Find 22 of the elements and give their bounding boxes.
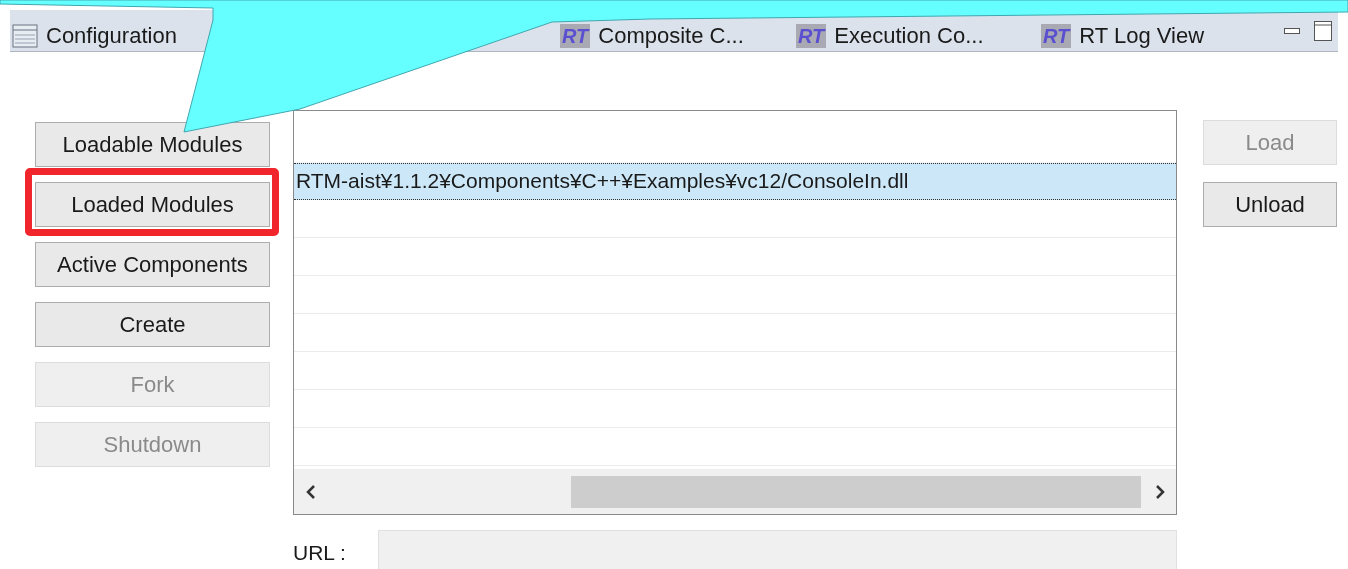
view-tab[interactable]: RT Composite C...: [560, 21, 790, 50]
module-action-button[interactable]: Create: [35, 302, 270, 347]
module-action-button[interactable]: Loaded Modules: [35, 182, 270, 227]
module-row[interactable]: RTM-aist¥1.1.2¥Components¥C++¥Examples¥vc12/ConsoleIn.dll: [294, 163, 1176, 200]
view-tab[interactable]: RT RT Log View: [1035, 21, 1280, 50]
scroll-left-icon[interactable]: [306, 484, 316, 499]
module-action-button[interactable]: Active Components: [35, 242, 270, 287]
rt-logo-icon: RT: [560, 23, 591, 48]
load-action-button[interactable]: Unload: [1203, 182, 1337, 227]
view-tab[interactable]: RT Execution Co...: [790, 21, 1035, 50]
url-field[interactable]: [378, 530, 1177, 569]
view-tab[interactable]: Configuration: [10, 21, 210, 50]
scrollbar-thumb[interactable]: [571, 475, 1141, 508]
module-action-button[interactable]: Loadable Modules: [35, 122, 270, 167]
maximize-icon[interactable]: [1314, 20, 1332, 41]
horizontal-scrollbar[interactable]: [294, 469, 1176, 514]
scroll-right-icon[interactable]: [1155, 484, 1165, 499]
rt-logo-icon: RT: [796, 23, 827, 48]
table-icon: [12, 23, 38, 48]
rt-logo-icon: RT: [1041, 23, 1072, 48]
url-label: URL :: [293, 539, 347, 566]
minimize-icon[interactable]: [1284, 27, 1300, 34]
